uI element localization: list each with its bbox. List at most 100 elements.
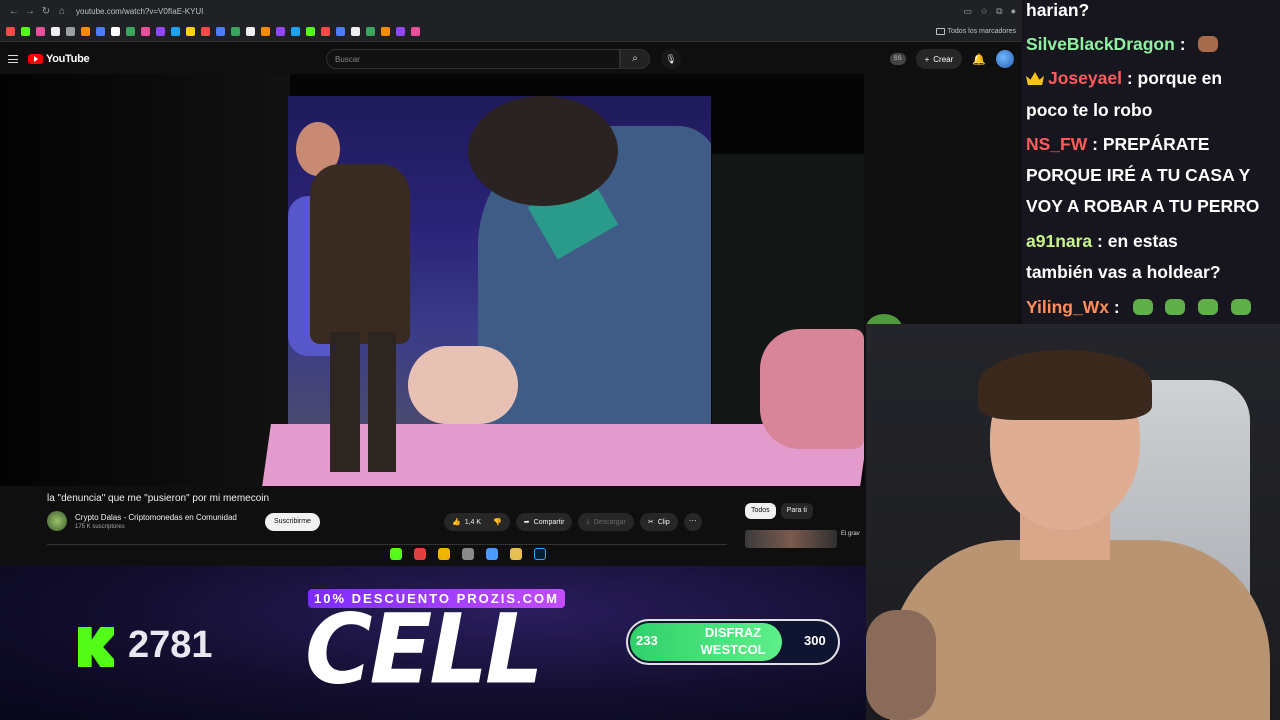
- chat-username[interactable]: Yiling_Wx: [1026, 297, 1109, 317]
- bookmark-icon[interactable]: [51, 27, 60, 36]
- cast-icon[interactable]: ▭: [964, 6, 973, 17]
- frog-emote-icon: [1231, 299, 1252, 315]
- video-actions: 👍 1,4 K 👎 ➦ Compartir ⤓ Descargar ✂ Clip…: [444, 513, 702, 531]
- url-text[interactable]: youtube.com/watch?v=V0fIaE-KYUI: [76, 7, 203, 16]
- taskbar-app-icon[interactable]: [390, 548, 402, 560]
- like-button[interactable]: 👍 1,4 K 👎: [444, 513, 510, 531]
- bookmark-icon[interactable]: [246, 27, 255, 36]
- bookmark-icon[interactable]: [291, 27, 300, 36]
- photoshop-icon[interactable]: [534, 548, 546, 560]
- bookmark-icon[interactable]: [81, 27, 90, 36]
- recommended-title[interactable]: El grav: [841, 531, 860, 537]
- clip-label: Clip: [657, 518, 670, 526]
- hamburger-menu-icon[interactable]: [8, 55, 18, 63]
- chat-text: : PREPÁRATE: [1092, 134, 1210, 154]
- bookmark-icon[interactable]: [216, 27, 225, 36]
- channel-avatar[interactable]: [47, 511, 67, 531]
- dancing-man-body: [310, 164, 410, 344]
- bookmark-icon[interactable]: [351, 27, 360, 36]
- bookmark-icon[interactable]: [21, 27, 30, 36]
- bookmark-icon[interactable]: [111, 27, 120, 36]
- extensions-icon[interactable]: ⧉: [996, 6, 1002, 17]
- bookmark-icon[interactable]: [96, 27, 105, 36]
- folder-icon[interactable]: [510, 548, 522, 560]
- bookmark-icon[interactable]: [411, 27, 420, 36]
- search-button[interactable]: ⌕: [620, 49, 650, 69]
- bookmark-icon[interactable]: [156, 27, 165, 36]
- voice-search-button[interactable]: 🎙: [661, 49, 681, 69]
- reload-icon[interactable]: ↻: [38, 6, 54, 17]
- taskbar-app-icon[interactable]: [414, 548, 426, 560]
- bookmark-icon[interactable]: [36, 27, 45, 36]
- promo-banner: 10% DESCUENTO PROZIS.COM: [308, 589, 565, 608]
- video-player[interactable]: [0, 74, 864, 486]
- clip-button[interactable]: ✂ Clip: [639, 513, 678, 531]
- bookmark-icon[interactable]: [321, 27, 330, 36]
- chat-text: PORQUE IRÉ A TU CASA Y: [1026, 165, 1251, 185]
- ss-badge[interactable]: SS: [889, 53, 906, 65]
- chat-username[interactable]: SilveBlackDragon: [1026, 34, 1175, 54]
- chat-message: SilveBlackDragon :: [1026, 28, 1219, 60]
- forward-icon[interactable]: →: [22, 6, 38, 17]
- subscriber-count: 175 K suscriptores: [75, 524, 125, 530]
- plus-icon: +: [924, 54, 930, 64]
- more-options-icon[interactable]: ⋯: [683, 513, 702, 531]
- chat-message: harian?: [1026, 0, 1089, 26]
- video-person-head: [468, 96, 618, 206]
- user-avatar[interactable]: [996, 50, 1014, 68]
- bell-icon[interactable]: 🔔: [972, 53, 986, 66]
- chip-for-you[interactable]: Para ti: [780, 503, 813, 519]
- thumbs-up-icon: 👍: [452, 519, 461, 526]
- recommended-thumbnail[interactable]: [745, 530, 837, 548]
- bookmark-icon[interactable]: [6, 27, 15, 36]
- video-hand: [760, 329, 864, 449]
- chat-username[interactable]: NS_FW: [1026, 134, 1087, 154]
- back-icon[interactable]: ←: [6, 6, 22, 17]
- dancing-man-leg: [330, 332, 360, 472]
- bookmark-icon[interactable]: [276, 27, 285, 36]
- bookmark-icon[interactable]: [171, 27, 180, 36]
- profile-icon[interactable]: ●: [1011, 6, 1016, 17]
- bookmark-icon[interactable]: [366, 27, 375, 36]
- bookmarks-folder[interactable]: Todos los marcadores: [935, 28, 1016, 35]
- taskbar-app-icon[interactable]: [462, 548, 474, 560]
- channel-name[interactable]: Crypto Dalas - Criptomonedas en Comunida…: [75, 513, 237, 522]
- chip-all[interactable]: Todos: [745, 503, 776, 519]
- bookmark-icon[interactable]: [381, 27, 390, 36]
- bookmark-icon[interactable]: [261, 27, 270, 36]
- chat-username[interactable]: Joseyael: [1048, 68, 1122, 88]
- home-icon[interactable]: ⌂: [54, 6, 70, 17]
- taskbar: [390, 548, 546, 560]
- search-input[interactable]: Buscar: [326, 49, 620, 69]
- chat-message: Joseyael : porque en: [1026, 62, 1222, 94]
- chat-text: : en estas: [1097, 231, 1178, 251]
- emote-icon: [1198, 36, 1219, 52]
- thumbs-down-icon[interactable]: 👎: [493, 518, 502, 526]
- download-button[interactable]: ⤓ Descargar: [578, 513, 634, 531]
- download-icon: ⤓: [586, 518, 590, 525]
- share-button[interactable]: ➦ Compartir: [515, 513, 573, 531]
- bookmark-icon[interactable]: [336, 27, 345, 36]
- share-label: Compartir: [533, 518, 565, 526]
- bookmark-icon[interactable]: [186, 27, 195, 36]
- youtube-logo[interactable]: YouTube: [28, 53, 90, 65]
- create-button[interactable]: + Crear: [915, 49, 963, 69]
- folder-icon: [935, 28, 945, 35]
- bookmark-icon[interactable]: [126, 27, 135, 36]
- bookmark-icon[interactable]: [141, 27, 150, 36]
- frog-emote-icon: [1165, 299, 1186, 315]
- bookmark-icon[interactable]: [306, 27, 315, 36]
- chat-username[interactable]: a91nara: [1026, 231, 1092, 251]
- chat-message: también vas a holdear?: [1026, 256, 1221, 288]
- bookmark-icon[interactable]: [201, 27, 210, 36]
- bookmark-icon[interactable]: [231, 27, 240, 36]
- taskbar-app-icon[interactable]: [486, 548, 498, 560]
- goal-label: DISFRAZ WESTCOL: [700, 625, 766, 657]
- bookmark-icon[interactable]: [66, 27, 75, 36]
- bookmark-icon[interactable]: [396, 27, 405, 36]
- chrome-icon[interactable]: [438, 548, 450, 560]
- subscribe-button[interactable]: Suscribirme: [265, 513, 320, 531]
- star-icon[interactable]: ☆: [980, 6, 988, 17]
- video-dancing-man: [290, 122, 430, 482]
- microphone-icon: 🎙: [665, 54, 677, 64]
